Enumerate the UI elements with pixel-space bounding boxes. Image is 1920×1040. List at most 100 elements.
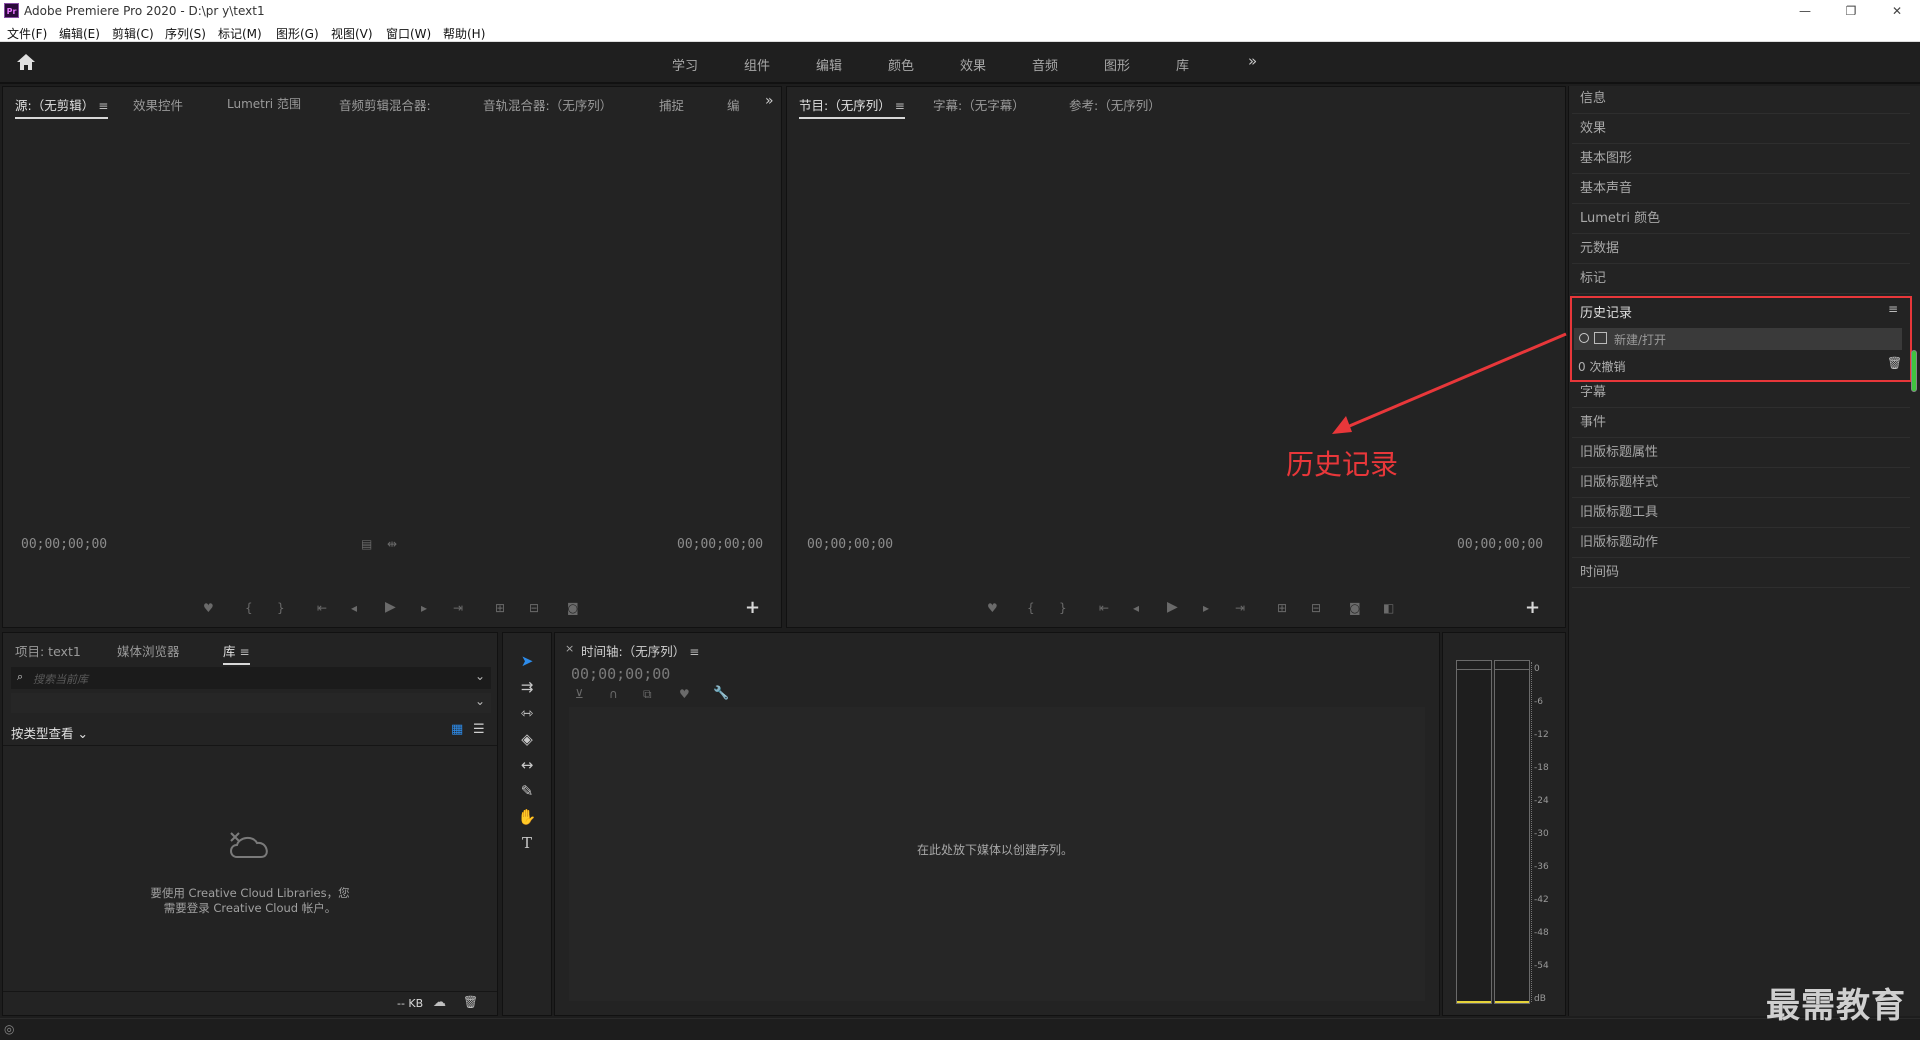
restore-button[interactable]: ❐ — [1828, 0, 1874, 22]
workspace-learn[interactable]: 学习 — [672, 55, 698, 74]
mark-out-icon[interactable]: } — [277, 601, 285, 615]
menu-window[interactable]: 窗口(W) — [386, 25, 431, 42]
status-icon[interactable]: ◎ — [4, 1022, 14, 1036]
cloud-sync-icon[interactable]: ☁ — [433, 995, 446, 1010]
workspace-audio[interactable]: 音频 — [1032, 55, 1058, 74]
mark-in-icon[interactable]: { — [1027, 601, 1035, 615]
panel-legacy-title-tools[interactable]: 旧版标题工具 — [1572, 498, 1910, 528]
nest-icon[interactable]: ⊻ — [575, 687, 584, 701]
go-to-out-icon[interactable]: ⇥ — [1235, 601, 1245, 615]
panel-essential-sound[interactable]: 基本声音 — [1572, 174, 1910, 204]
track-select-tool-icon[interactable]: ⇉ — [516, 676, 538, 698]
tab-audio-track-mixer[interactable]: 音轨混合器:（无序列） — [483, 95, 612, 114]
linked-selection-icon[interactable]: ⧉ — [643, 687, 652, 702]
menu-graphics[interactable]: 图形(G) — [276, 25, 319, 42]
step-forward-icon[interactable]: ▸ — [1203, 601, 1209, 615]
add-marker-icon[interactable]: ♥ — [679, 687, 690, 701]
go-to-in-icon[interactable]: ⇤ — [1099, 601, 1109, 615]
tab-source[interactable]: 源:（无剪辑） ≡ — [15, 95, 109, 119]
panel-events[interactable]: 事件 — [1572, 408, 1910, 438]
minimize-button[interactable]: — — [1782, 0, 1828, 22]
history-panel-title[interactable]: 历史记录 — [1580, 302, 1632, 321]
button-editor-icon[interactable]: + — [1525, 597, 1540, 618]
panel-info[interactable]: 信息 — [1572, 84, 1910, 114]
panel-metadata[interactable]: 元数据 — [1572, 234, 1910, 264]
panel-essential-graphics[interactable]: 基本图形 — [1572, 144, 1910, 174]
wrench-icon[interactable]: 🔧 — [713, 686, 729, 701]
button-editor-icon[interactable]: + — [745, 597, 760, 618]
workspace-editing[interactable]: 编辑 — [816, 55, 842, 74]
extract-icon[interactable]: ⊟ — [1311, 601, 1321, 615]
panel-legacy-title-actions[interactable]: 旧版标题动作 — [1572, 528, 1910, 558]
insert-icon[interactable]: ⊞ — [495, 601, 505, 615]
panel-markers[interactable]: 标记 — [1572, 264, 1910, 294]
tab-lumetri-scopes[interactable]: Lumetri 范围 — [227, 95, 301, 112]
menu-help[interactable]: 帮助(H) — [443, 25, 485, 42]
panel-captions[interactable]: 字幕 — [1572, 378, 1910, 408]
workspace-libraries[interactable]: 库 — [1176, 55, 1189, 74]
menu-marker[interactable]: 标记(M) — [218, 25, 262, 42]
tab-timeline[interactable]: 时间轴:（无序列） ≡ — [581, 641, 699, 660]
more-workspaces-icon[interactable]: » — [1248, 52, 1257, 70]
step-back-icon[interactable]: ◂ — [351, 601, 357, 615]
panel-legacy-title-properties[interactable]: 旧版标题属性 — [1572, 438, 1910, 468]
hand-tool-icon[interactable]: ✋ — [516, 806, 538, 828]
overwrite-icon[interactable]: ⊟ — [529, 601, 539, 615]
tab-edit[interactable]: 编 — [727, 95, 740, 114]
step-forward-icon[interactable]: ▸ — [421, 601, 427, 615]
library-dropdown[interactable]: ⌄ — [11, 693, 491, 713]
tab-captions[interactable]: 字幕:（无字幕） — [933, 95, 1025, 114]
mark-in-icon[interactable]: { — [245, 601, 253, 615]
menu-file[interactable]: 文件(F) — [7, 25, 47, 42]
timeline-timecode[interactable]: 00;00;00;00 — [571, 665, 670, 683]
tab-project[interactable]: 项目: text1 — [15, 641, 81, 660]
panel-scrollbar[interactable] — [1911, 350, 1917, 392]
panel-timecode[interactable]: 时间码 — [1572, 558, 1910, 588]
tab-program[interactable]: 节目:（无序列） ≡ — [799, 95, 905, 119]
workspace-assembly[interactable]: 组件 — [744, 55, 770, 74]
go-to-out-icon[interactable]: ⇥ — [453, 601, 463, 615]
tab-reference[interactable]: 参考:（无序列） — [1069, 95, 1161, 114]
workspace-color[interactable]: 颜色 — [888, 55, 914, 74]
workspace-effects[interactable]: 效果 — [960, 55, 986, 74]
ripple-edit-tool-icon[interactable]: ⇿ — [516, 702, 538, 724]
home-icon[interactable] — [16, 53, 36, 71]
tab-libraries[interactable]: 库 ≡ — [223, 641, 250, 665]
play-icon[interactable]: ▶ — [385, 599, 396, 615]
add-marker-icon[interactable]: ♥ — [203, 601, 214, 615]
source-timecode-current[interactable]: 00;00;00;00 — [21, 537, 107, 552]
history-panel-menu-icon[interactable]: ≡ — [1888, 302, 1898, 316]
slip-tool-icon[interactable]: ↔ — [516, 754, 538, 776]
settings-icon[interactable]: ⇹ — [387, 537, 397, 551]
tab-media-browser[interactable]: 媒体浏览器 — [117, 641, 180, 660]
export-frame-icon[interactable]: ◙ — [567, 601, 579, 615]
tab-audio-clip-mixer[interactable]: 音频剪辑混合器: — [339, 95, 431, 114]
pen-tool-icon[interactable]: ✎ — [516, 780, 538, 802]
list-view-icon[interactable]: ☰ — [473, 722, 485, 737]
workspace-graphics[interactable]: 图形 — [1104, 55, 1130, 74]
menu-edit[interactable]: 编辑(E) — [59, 25, 100, 42]
tab-effect-controls[interactable]: 效果控件 — [133, 95, 183, 114]
menu-clip[interactable]: 剪辑(C) — [112, 25, 154, 42]
play-icon[interactable]: ▶ — [1167, 599, 1178, 615]
selection-tool-icon[interactable]: ➤ — [516, 650, 538, 672]
menu-sequence[interactable]: 序列(S) — [165, 25, 206, 42]
export-frame-icon[interactable]: ◙ — [1349, 601, 1361, 615]
compare-view-icon[interactable]: ◧ — [1383, 601, 1394, 615]
panel-lumetri-color[interactable]: Lumetri 颜色 — [1572, 204, 1910, 234]
grid-view-icon[interactable]: ▦ — [451, 722, 463, 737]
menu-view[interactable]: 视图(V) — [331, 25, 373, 42]
lift-icon[interactable]: ⊞ — [1277, 601, 1287, 615]
mark-out-icon[interactable]: } — [1059, 601, 1067, 615]
library-search-input[interactable]: 搜索当前库 — [33, 671, 88, 687]
panel-effects[interactable]: 效果 — [1572, 114, 1910, 144]
delete-history-icon[interactable]: 🗑 — [1887, 356, 1902, 370]
chevron-down-icon[interactable]: ⌄ — [475, 694, 485, 708]
library-search-box[interactable]: ⌕ 搜索当前库 ⌄ — [11, 667, 491, 689]
go-to-in-icon[interactable]: ⇤ — [317, 601, 327, 615]
panel-legacy-title-styles[interactable]: 旧版标题样式 — [1572, 468, 1910, 498]
razor-tool-icon[interactable]: ◈ — [516, 728, 538, 750]
add-marker-icon[interactable]: ♥ — [987, 601, 998, 615]
tabs-overflow-icon[interactable]: » — [765, 93, 774, 109]
view-by-type-dropdown[interactable]: 按类型查看 ⌄ — [11, 723, 88, 742]
